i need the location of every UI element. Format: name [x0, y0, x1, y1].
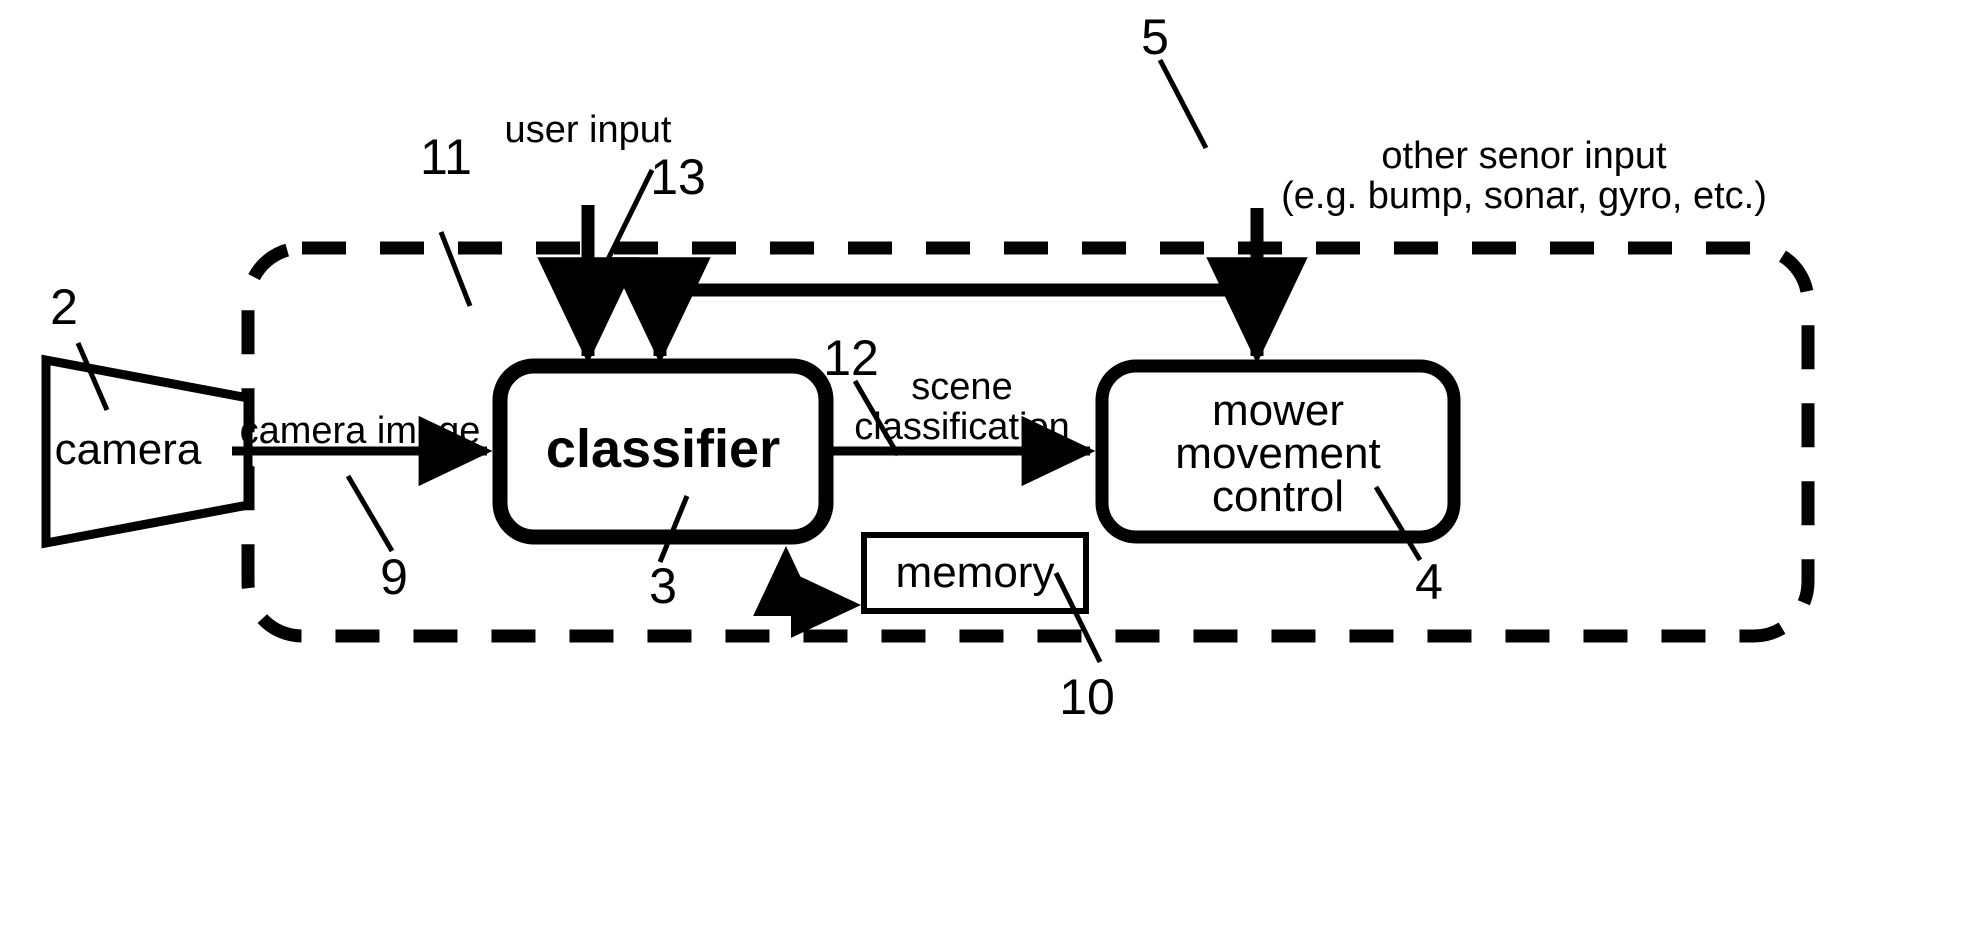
leader-line-13: [585, 168, 655, 302]
sensor-input-flow-label-line2: (e.g. bump, sonar, gyro, etc.): [1281, 175, 1767, 217]
memory-block-label: memory: [895, 548, 1055, 597]
mower-block-label-line3: control: [1211, 472, 1345, 521]
sensor-feedback-line: [609, 257, 1257, 364]
reference-numeral-12: 12: [823, 330, 879, 386]
camera-image-flow-label: camera image: [239, 410, 481, 452]
sensor-input-flow-label-line1: other senor input: [1381, 135, 1667, 177]
reference-numeral-5: 5: [1141, 9, 1169, 65]
reference-numeral-11: 11: [420, 129, 472, 185]
reference-numeral-4: 4: [1415, 554, 1443, 610]
reference-numeral-13: 13: [650, 149, 706, 205]
classifier-block-label: classifier: [545, 419, 781, 479]
scene-classification-flow-label-line2: classification: [854, 406, 1070, 448]
diagram-canvas: camera classifier mower movement control…: [0, 0, 1967, 941]
reference-numeral-10: 10: [1059, 669, 1115, 725]
reference-numeral-2: 2: [50, 279, 78, 335]
reference-numeral-3: 3: [649, 558, 677, 614]
leader-line-5: [1157, 58, 1209, 150]
user-input-flow-label: user input: [504, 109, 672, 151]
leader-line-9: [345, 474, 395, 553]
camera-block-label: camera: [54, 425, 202, 474]
scene-classification-flow-label-line1: scene: [911, 366, 1013, 408]
diagram-svg: [41, 58, 1815, 664]
reference-numeral-9: 9: [380, 549, 408, 605]
